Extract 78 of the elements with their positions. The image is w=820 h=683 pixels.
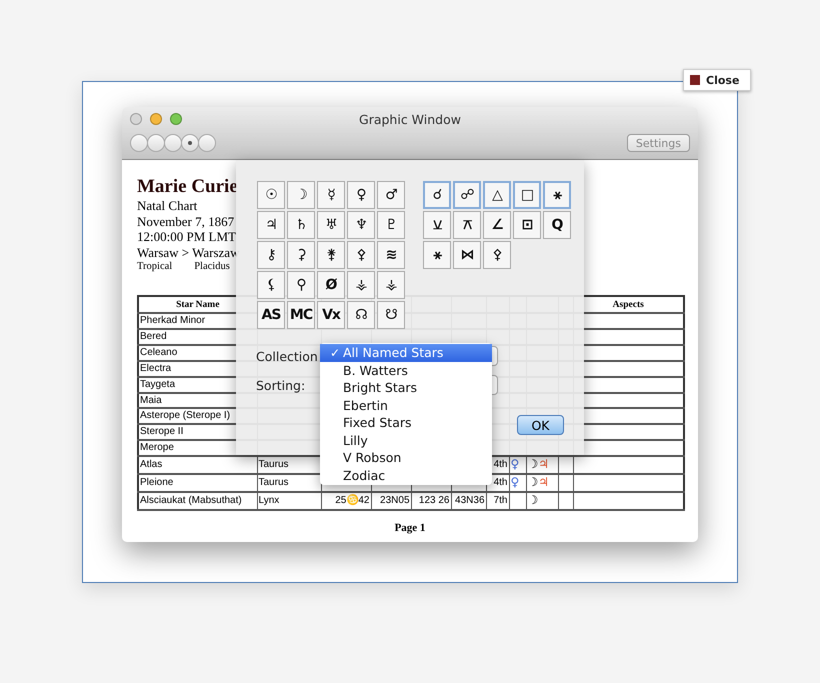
- house-system: Placidus: [194, 260, 230, 274]
- aspect-button[interactable]: △: [483, 181, 511, 209]
- table-cell: Atlas: [138, 456, 257, 474]
- aspect-button[interactable]: ⚴: [483, 241, 511, 269]
- zodiac-type: Tropical: [137, 260, 172, 274]
- table-cell: Lynx: [257, 492, 321, 510]
- symbol-button[interactable]: ☊: [347, 301, 375, 329]
- symbol-button[interactable]: ≋: [377, 241, 405, 269]
- symbol-button[interactable]: ♂: [377, 181, 405, 209]
- close-button[interactable]: Close: [683, 69, 751, 91]
- aspect-symbol: ☽: [528, 492, 538, 507]
- aspect-button[interactable]: ⚹: [543, 181, 571, 209]
- chart-info: Natal Chart: [137, 198, 198, 214]
- aspect-symbol: ☽: [528, 475, 538, 490]
- menu-item[interactable]: Fixed Stars: [320, 414, 492, 432]
- symbol-button[interactable]: ⚶: [347, 271, 375, 299]
- table-cell: Alsciaukat (Mabsuthat): [138, 492, 257, 510]
- symbol-button[interactable]: ♀: [347, 181, 375, 209]
- symbol-button[interactable]: ☋: [377, 301, 405, 329]
- planet-symbol: ♀: [510, 457, 520, 472]
- page-number: Page 1: [394, 522, 426, 534]
- collection-label: Collection: [256, 348, 319, 364]
- menu-item[interactable]: Bright Stars: [320, 379, 492, 396]
- planet-symbol: ♀: [510, 475, 520, 490]
- aspect-button[interactable]: ⚺: [423, 211, 451, 239]
- table-cell: 7th: [486, 492, 509, 510]
- aspect-button[interactable]: Q: [543, 211, 571, 239]
- table-cell: 23N05: [371, 492, 411, 510]
- chart-info: November 7, 1867: [137, 214, 234, 229]
- aspect-button[interactable]: ⊡: [513, 211, 541, 239]
- symbol-button[interactable]: ⚴: [347, 241, 375, 269]
- symbol-button[interactable]: ☽: [287, 181, 315, 209]
- stop-icon: [690, 75, 700, 85]
- symbol-button[interactable]: ♇: [377, 211, 405, 239]
- symbol-button[interactable]: ⚲: [287, 271, 315, 299]
- table-cell: Pleione: [138, 474, 257, 492]
- close-window-icon[interactable]: [130, 113, 142, 125]
- symbol-button[interactable]: ⚳: [287, 241, 315, 269]
- window-title: Graphic Window: [359, 112, 461, 126]
- symbol-button[interactable]: ☿: [317, 181, 345, 209]
- aspect-button[interactable]: ∠: [483, 211, 511, 239]
- menu-item[interactable]: Lilly: [320, 432, 492, 449]
- aspect-symbol: ☽: [528, 457, 538, 472]
- sorting-label: Sorting:: [256, 378, 306, 392]
- table-cell: 25♋42: [321, 492, 371, 510]
- symbol-button[interactable]: ⚵: [317, 241, 345, 269]
- symbol-button[interactable]: ☉: [257, 181, 285, 209]
- aspect-button[interactable]: ⋈: [453, 241, 481, 269]
- aspect-symbol: ♃: [538, 475, 550, 490]
- symbol-button[interactable]: ♄: [287, 211, 315, 239]
- aspect-button[interactable]: ⚹: [423, 241, 451, 269]
- symbol-button[interactable]: ⚶: [377, 271, 405, 299]
- zoom-window-icon[interactable]: [170, 113, 182, 125]
- aspect-symbol: ♃: [538, 457, 550, 472]
- symbol-button[interactable]: Ø: [317, 271, 345, 299]
- table-cell: 123 26: [411, 492, 451, 510]
- symbol-button[interactable]: AS: [257, 301, 285, 329]
- toolbar-button[interactable]: [181, 134, 199, 152]
- aspect-button[interactable]: ☍: [453, 181, 481, 209]
- chart-info: Warsaw > Warszaw: [137, 244, 240, 260]
- table-cell: 43N36: [451, 492, 486, 510]
- menu-item[interactable]: B. Watters: [320, 362, 492, 379]
- symbol-button[interactable]: ⚷: [257, 241, 285, 269]
- symbol-button[interactable]: Vx: [317, 301, 345, 329]
- ok-button[interactable]: OK: [517, 415, 564, 435]
- aspect-button[interactable]: □: [513, 181, 541, 209]
- symbol-button[interactable]: ⚸: [257, 271, 285, 299]
- symbol-button[interactable]: MC: [287, 301, 315, 329]
- aspect-button[interactable]: ⚻: [453, 211, 481, 239]
- person-name: Marie Curie: [137, 176, 238, 198]
- menu-item[interactable]: Ebertin: [320, 396, 492, 414]
- minimize-window-icon[interactable]: [150, 113, 162, 125]
- symbol-button[interactable]: ♃: [257, 211, 285, 239]
- chart-info: 12:00:00 PM LMT: [137, 229, 236, 244]
- aspect-button[interactable]: ☌: [423, 181, 451, 209]
- symbol-button[interactable]: ♅: [317, 211, 345, 239]
- menu-item[interactable]: ✓ All Named Stars: [320, 344, 492, 362]
- symbol-button[interactable]: ♆: [347, 211, 375, 239]
